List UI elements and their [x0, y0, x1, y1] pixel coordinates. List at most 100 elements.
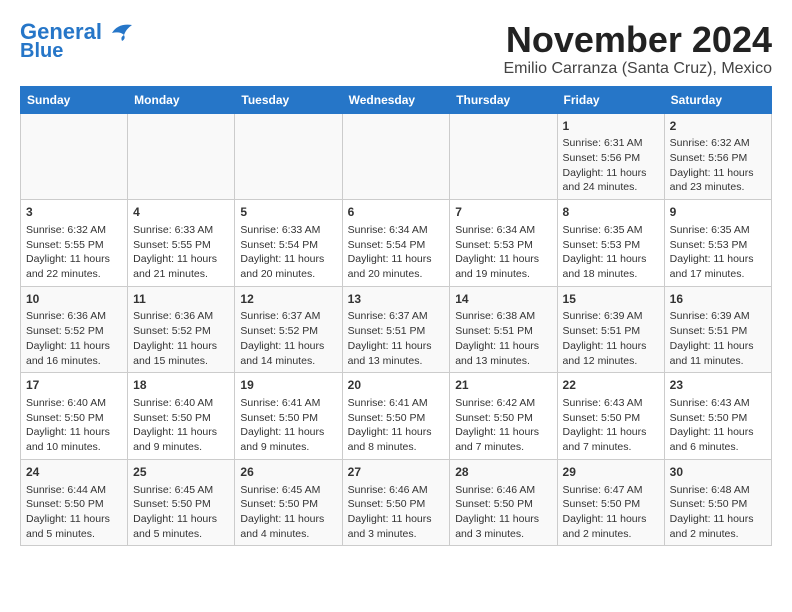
day-number: 13 [348, 291, 445, 308]
day-info: Sunset: 5:52 PM [240, 324, 336, 339]
day-info: Sunset: 5:51 PM [670, 324, 766, 339]
calendar-cell: 20Sunrise: 6:41 AMSunset: 5:50 PMDayligh… [342, 373, 450, 460]
day-info: Daylight: 11 hours and 6 minutes. [670, 425, 766, 454]
day-info: Sunset: 5:56 PM [670, 151, 766, 166]
day-info: Daylight: 11 hours and 5 minutes. [26, 512, 122, 541]
day-info: Sunrise: 6:45 AM [133, 483, 229, 498]
calendar-cell: 22 Sunrise: 6:43 AMSunset: 5:50 PMDayligh… [557, 373, 664, 460]
day-info: Sunrise: 6:43 AM [563, 396, 659, 411]
day-info: Daylight: 11 hours and 20 minutes. [240, 252, 336, 281]
calendar-cell: 4Sunrise: 6:33 AMSunset: 5:55 PMDaylight… [128, 200, 235, 287]
day-number: 6 [348, 204, 445, 221]
day-number: 23 [670, 377, 766, 394]
day-info: Sunset: 5:50 PM [240, 497, 336, 512]
day-number: 26 [240, 464, 336, 481]
day-info: Daylight: 11 hours and 15 minutes. [133, 339, 229, 368]
day-number: 22 [563, 377, 659, 394]
weekday-header-tuesday: Tuesday [235, 86, 342, 113]
calendar-cell: 27Sunrise: 6:46 AMSunset: 5:50 PMDayligh… [342, 459, 450, 546]
calendar-cell: 7Sunrise: 6:34 AMSunset: 5:53 PMDaylight… [450, 200, 557, 287]
day-number: 20 [348, 377, 445, 394]
day-info: Sunset: 5:50 PM [26, 497, 122, 512]
day-number: 27 [348, 464, 445, 481]
day-info: Sunset: 5:54 PM [240, 238, 336, 253]
day-number: 4 [133, 204, 229, 221]
day-info: Sunrise: 6:34 AM [455, 223, 551, 238]
calendar-cell: 28Sunrise: 6:46 AMSunset: 5:50 PMDayligh… [450, 459, 557, 546]
day-info: Sunset: 5:50 PM [455, 497, 551, 512]
day-info: Sunrise: 6:32 AM [26, 223, 122, 238]
calendar-cell: 17Sunrise: 6:40 AMSunset: 5:50 PMDayligh… [21, 373, 128, 460]
calendar-cell: 10Sunrise: 6:36 AMSunset: 5:52 PMDayligh… [21, 286, 128, 373]
day-info: Sunrise: 6:33 AM [133, 223, 229, 238]
day-info: Daylight: 11 hours and 16 minutes. [26, 339, 122, 368]
day-info: Sunset: 5:51 PM [563, 324, 659, 339]
calendar-cell: 5Sunrise: 6:33 AMSunset: 5:54 PMDaylight… [235, 200, 342, 287]
day-info: Daylight: 11 hours and 14 minutes. [240, 339, 336, 368]
calendar-cell: 1Sunrise: 6:31 AMSunset: 5:56 PMDaylight… [557, 113, 664, 200]
logo-bird-icon [104, 21, 136, 43]
day-info: Sunset: 5:50 PM [348, 497, 445, 512]
day-info: Sunrise: 6:48 AM [670, 483, 766, 498]
day-info: Sunset: 5:53 PM [670, 238, 766, 253]
day-info: Daylight: 11 hours and 7 minutes. [455, 425, 551, 454]
day-info: Daylight: 11 hours and 12 minutes. [563, 339, 659, 368]
logo: General Blue [20, 20, 136, 62]
calendar-cell: 2Sunrise: 6:32 AMSunset: 5:56 PMDaylight… [664, 113, 771, 200]
calendar-cell: 25Sunrise: 6:45 AMSunset: 5:50 PMDayligh… [128, 459, 235, 546]
day-info: Sunrise: 6:43 AM [670, 396, 766, 411]
day-info: Sunset: 5:53 PM [455, 238, 551, 253]
calendar-cell [21, 113, 128, 200]
calendar-cell [235, 113, 342, 200]
day-info: Daylight: 11 hours and 2 minutes. [563, 512, 659, 541]
day-number: 14 [455, 291, 551, 308]
day-number: 24 [26, 464, 122, 481]
day-info: Sunrise: 6:36 AM [133, 309, 229, 324]
day-number: 10 [26, 291, 122, 308]
calendar-cell: 21Sunrise: 6:42 AMSunset: 5:50 PMDayligh… [450, 373, 557, 460]
day-number: 25 [133, 464, 229, 481]
day-number: 3 [26, 204, 122, 221]
calendar-cell: 9Sunrise: 6:35 AMSunset: 5:53 PMDaylight… [664, 200, 771, 287]
day-info: Sunrise: 6:45 AM [240, 483, 336, 498]
day-info: Sunrise: 6:38 AM [455, 309, 551, 324]
day-info: Sunset: 5:50 PM [670, 497, 766, 512]
logo-blue-text: Blue [20, 40, 63, 62]
weekday-header-thursday: Thursday [450, 86, 557, 113]
day-number: 30 [670, 464, 766, 481]
calendar-cell: 23Sunrise: 6:43 AMSunset: 5:50 PMDayligh… [664, 373, 771, 460]
day-info: Daylight: 11 hours and 3 minutes. [455, 512, 551, 541]
title-block: November 2024 Emilio Carranza (Santa Cru… [503, 20, 772, 78]
day-number: 7 [455, 204, 551, 221]
day-info: Daylight: 11 hours and 7 minutes. [563, 425, 659, 454]
calendar-cell: 18Sunrise: 6:40 AMSunset: 5:50 PMDayligh… [128, 373, 235, 460]
day-info: Daylight: 11 hours and 2 minutes. [670, 512, 766, 541]
day-number: 16 [670, 291, 766, 308]
weekday-header-saturday: Saturday [664, 86, 771, 113]
day-info: Sunset: 5:50 PM [240, 411, 336, 426]
day-info: Sunset: 5:50 PM [133, 497, 229, 512]
page-header: General Blue November 2024 Emilio Carran… [20, 20, 772, 78]
day-info: Daylight: 11 hours and 4 minutes. [240, 512, 336, 541]
calendar-header-row: SundayMondayTuesdayWednesdayThursdayFrid… [21, 86, 772, 113]
calendar-week-2: 3Sunrise: 6:32 AMSunset: 5:55 PMDaylight… [21, 200, 772, 287]
day-number: 15 [563, 291, 659, 308]
day-info: Daylight: 11 hours and 13 minutes. [348, 339, 445, 368]
day-info: Sunset: 5:50 PM [563, 411, 659, 426]
day-info: Sunset: 5:50 PM [455, 411, 551, 426]
weekday-header-wednesday: Wednesday [342, 86, 450, 113]
calendar-cell: 12Sunrise: 6:37 AMSunset: 5:52 PMDayligh… [235, 286, 342, 373]
day-info: Sunrise: 6:35 AM [563, 223, 659, 238]
day-info: Daylight: 11 hours and 10 minutes. [26, 425, 122, 454]
day-info: Sunset: 5:56 PM [563, 151, 659, 166]
day-number: 11 [133, 291, 229, 308]
day-info: Daylight: 11 hours and 24 minutes. [563, 166, 659, 195]
day-info: Sunset: 5:53 PM [563, 238, 659, 253]
calendar-cell: 8Sunrise: 6:35 AMSunset: 5:53 PMDaylight… [557, 200, 664, 287]
day-info: Sunset: 5:50 PM [133, 411, 229, 426]
day-info: Sunrise: 6:40 AM [133, 396, 229, 411]
calendar-cell [450, 113, 557, 200]
day-info: Sunset: 5:54 PM [348, 238, 445, 253]
day-info: Sunset: 5:51 PM [348, 324, 445, 339]
day-info: Daylight: 11 hours and 11 minutes. [670, 339, 766, 368]
